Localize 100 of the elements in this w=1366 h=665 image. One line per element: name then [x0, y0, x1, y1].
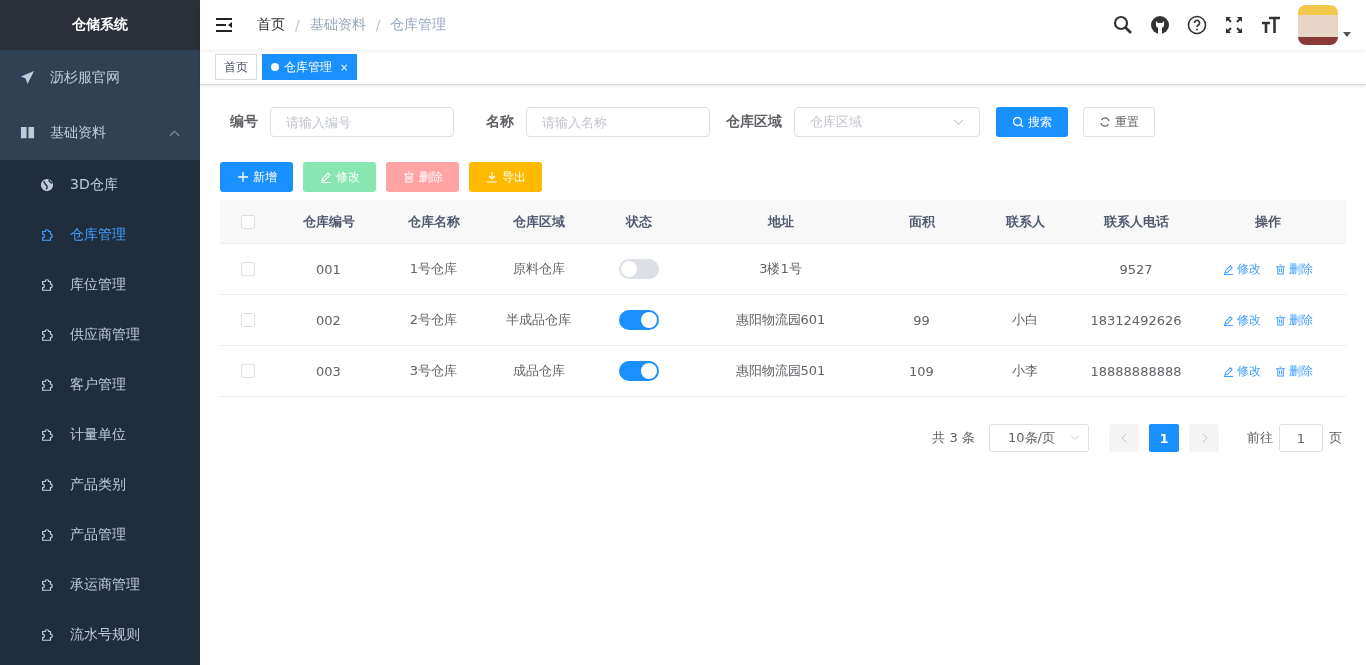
table-cell: 003	[316, 363, 341, 379]
pencil-icon	[319, 171, 332, 183]
table-cell: 3号仓库	[409, 362, 458, 380]
column-header: 状态	[624, 212, 653, 231]
search-button[interactable]: 搜索	[996, 107, 1068, 137]
checkbox[interactable]	[240, 364, 255, 378]
table-cell: 109	[909, 363, 934, 379]
pencil-icon	[1223, 365, 1234, 377]
puzzle-icon	[40, 278, 54, 292]
paper-plane-icon	[20, 70, 35, 85]
fullscreen-icon[interactable]	[1224, 15, 1244, 35]
breadcrumb-separator: /	[295, 17, 300, 33]
page-tab[interactable]: 仓库管理 ×	[262, 54, 358, 80]
status-switch[interactable]	[619, 310, 659, 330]
submenu-item[interactable]: 供应商管理	[0, 310, 200, 360]
puzzle-icon	[40, 228, 54, 242]
breadcrumb-item: 基础资料	[309, 16, 366, 34]
caret-icon[interactable]	[1343, 31, 1351, 37]
chevron-left-icon	[1120, 433, 1128, 443]
table-cell: 原料仓库	[512, 260, 565, 278]
download-icon	[485, 171, 498, 183]
table-cell: 99	[913, 312, 930, 328]
puzzle-icon	[40, 428, 54, 442]
menu-item[interactable]: 沥杉服官网	[0, 50, 200, 105]
status-switch[interactable]	[619, 259, 659, 279]
checkbox[interactable]	[240, 214, 255, 229]
table-cell: 002	[316, 312, 341, 328]
goto-label: 前往	[1247, 429, 1273, 447]
pencil-icon	[1223, 314, 1234, 326]
table-cell: 18312492626	[1090, 312, 1182, 328]
table-cell: 惠阳物流园601	[735, 311, 826, 329]
column-header: 仓库编号	[301, 212, 356, 231]
input-field[interactable]: 请输入名称	[526, 107, 710, 137]
table-cell: 18888888888	[1090, 363, 1182, 379]
field-label: 仓库区域	[726, 113, 782, 131]
table-cell: 9527	[1119, 261, 1153, 277]
plus-icon	[236, 171, 249, 183]
input-field[interactable]: 请输入编号	[270, 107, 454, 137]
chevron-down-icon	[953, 118, 964, 126]
table-cell: 2号仓库	[409, 311, 458, 329]
submenu-item[interactable]: 承运商管理	[0, 560, 200, 610]
total-count: 共 3 条	[932, 429, 975, 447]
table-cell: 小李	[1012, 362, 1038, 380]
column-header: 地址	[766, 212, 795, 231]
page-number[interactable]: 1	[1149, 424, 1179, 452]
submenu-item[interactable]: 产品管理	[0, 510, 200, 560]
column-header: 仓库区域	[511, 212, 566, 231]
add-button[interactable]: 新增	[220, 162, 293, 192]
refresh-icon	[1099, 116, 1111, 128]
menu-icon[interactable]	[215, 17, 233, 33]
field-label: 编号	[230, 113, 258, 131]
table-cell: 半成品仓库	[506, 311, 571, 329]
submenu-item[interactable]: 仓库管理	[0, 210, 200, 260]
reset-button[interactable]: 重置	[1083, 107, 1155, 137]
column-header: 面积	[907, 212, 936, 231]
column-header: 仓库名称	[406, 212, 461, 231]
page-tab[interactable]: 首页	[215, 54, 257, 80]
breadcrumb-item: 仓库管理	[390, 16, 447, 34]
puzzle-icon	[40, 378, 54, 392]
trash-icon	[1275, 365, 1286, 377]
column-header: 联系人电话	[1102, 212, 1170, 231]
search-icon	[1012, 116, 1024, 128]
menu-item[interactable]: 基础资料	[0, 105, 200, 160]
submenu-item[interactable]: 流水号规则	[0, 610, 200, 660]
avatar[interactable]	[1298, 5, 1338, 45]
table-cell: 001	[316, 261, 341, 277]
submenu-item[interactable]: 库位管理	[0, 260, 200, 310]
puzzle-icon	[40, 628, 54, 642]
column-header: 操作	[1254, 212, 1282, 231]
book-icon	[20, 125, 35, 140]
table-cell: 成品仓库	[512, 362, 565, 380]
trash-icon	[1275, 263, 1286, 275]
puzzle-icon	[40, 328, 54, 342]
pencil-icon	[1223, 263, 1234, 275]
table-cell: 惠阳物流园501	[735, 362, 826, 380]
table-cell: 1号仓库	[409, 260, 458, 278]
submenu-item[interactable]: 产品类别	[0, 460, 200, 510]
trash-icon	[402, 171, 415, 183]
status-switch[interactable]	[619, 361, 659, 381]
puzzle-icon	[40, 478, 54, 492]
field-label: 名称	[486, 113, 514, 131]
breadcrumb-separator: /	[375, 17, 381, 33]
submenu-item[interactable]: 计量单位	[0, 410, 200, 460]
submenu-item[interactable]: 3D仓库	[0, 160, 200, 210]
trash-icon	[1275, 314, 1286, 326]
chevron-right-icon	[1200, 433, 1208, 443]
globe-icon	[40, 178, 54, 192]
page-size-select[interactable]: 10条/页	[989, 424, 1089, 452]
column-header: 联系人	[1004, 212, 1046, 231]
puzzle-icon	[40, 578, 54, 592]
page-input[interactable]: 1	[1279, 424, 1323, 452]
submenu-item[interactable]: 客户管理	[0, 360, 200, 410]
checkbox[interactable]	[240, 313, 255, 327]
cat-silhouette-icon[interactable]	[1150, 15, 1170, 35]
breadcrumb-item[interactable]: 首页	[257, 16, 285, 34]
text-size-icon[interactable]	[1261, 15, 1281, 35]
help-icon[interactable]	[1187, 15, 1207, 35]
puzzle-icon	[40, 528, 54, 542]
checkbox[interactable]	[240, 262, 255, 276]
search-icon[interactable]	[1113, 15, 1133, 35]
